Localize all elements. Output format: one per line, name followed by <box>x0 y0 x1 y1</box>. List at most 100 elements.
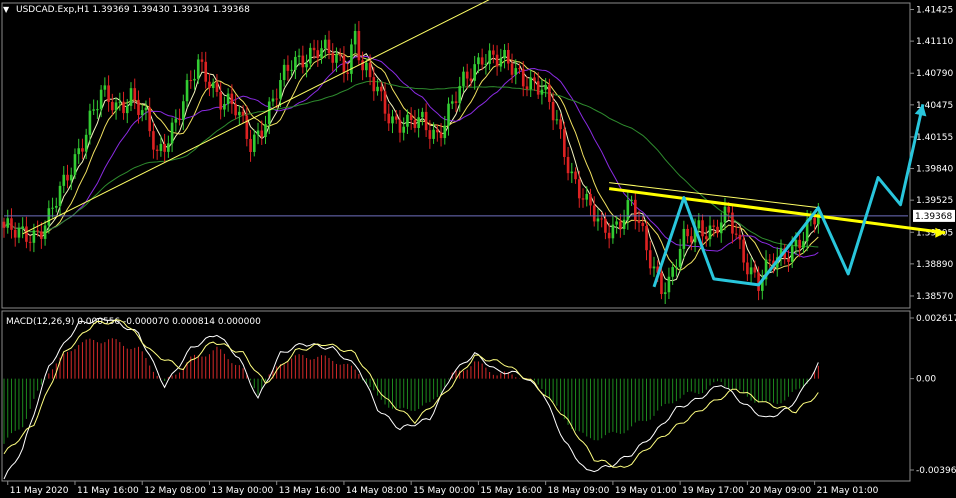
candle-body <box>413 120 417 128</box>
candle-body <box>716 226 719 234</box>
macd-tick-label: -0.003961 <box>916 466 956 476</box>
candle-body <box>125 105 129 114</box>
candle-body <box>742 239 745 263</box>
candle-body <box>604 218 607 233</box>
candle-body <box>600 218 603 220</box>
candle-body <box>551 101 555 121</box>
candle-body <box>204 61 208 82</box>
candle-body <box>238 111 241 116</box>
candle-body <box>637 220 641 223</box>
candle-body <box>279 80 282 99</box>
candle-body <box>275 98 279 100</box>
candle-body <box>409 114 413 121</box>
candle-body <box>619 221 622 229</box>
time-tick-label: 11 May 16:00 <box>77 486 139 496</box>
candle-body <box>645 226 648 251</box>
candle-body <box>682 228 686 249</box>
candle-body <box>712 225 716 227</box>
candle-body <box>163 143 166 152</box>
candle-body <box>417 117 420 128</box>
candle-body <box>529 77 533 90</box>
candle-body <box>234 104 237 116</box>
candle-body <box>84 134 88 152</box>
candle-body <box>660 272 663 295</box>
candle-body <box>398 119 402 133</box>
candle-body <box>477 57 480 65</box>
candle-body <box>622 219 626 229</box>
candle-body <box>10 218 13 230</box>
trendline <box>22 0 490 235</box>
candle-body <box>241 111 245 116</box>
candle-body <box>787 258 790 262</box>
candle-body <box>342 55 346 73</box>
candle-body <box>379 86 383 92</box>
candle-body <box>365 62 368 71</box>
chart-collapse-icon[interactable]: ▼ <box>3 5 10 14</box>
candle-body <box>73 154 77 175</box>
candle-body <box>480 57 484 65</box>
candle-body <box>122 101 125 114</box>
candle-body <box>43 225 47 239</box>
candle-body <box>327 39 331 54</box>
candle-body <box>66 174 69 181</box>
candle-body <box>297 55 301 57</box>
candle-body <box>118 101 122 103</box>
candle-body <box>96 109 99 111</box>
candle-body <box>521 69 525 87</box>
candle-body <box>701 220 704 237</box>
candle-body <box>719 222 723 234</box>
candle-body <box>331 53 335 63</box>
candle-body <box>264 124 267 137</box>
candle-body <box>577 179 581 199</box>
candle-body <box>525 86 529 90</box>
candle-body <box>671 267 674 277</box>
candle-body <box>170 122 174 144</box>
candle-body <box>424 111 428 131</box>
price-tick-label: 1.40790 <box>916 69 953 79</box>
time-tick-label: 11 May 2020 <box>10 486 69 496</box>
candle-body <box>193 78 196 81</box>
time-tick-label: 15 May 00:00 <box>413 486 475 496</box>
candle-body <box>450 101 454 104</box>
candle-body <box>200 59 204 62</box>
candle-body <box>648 250 652 269</box>
candle-body <box>51 207 54 209</box>
price-tick-label: 1.38570 <box>916 292 953 302</box>
candle-body <box>215 82 219 93</box>
macd-histogram <box>3 338 819 444</box>
candle-body <box>727 206 731 213</box>
price-tick-label: 1.38890 <box>916 260 953 270</box>
time-tick-label: 19 May 01:00 <box>615 486 677 496</box>
candle-body <box>510 63 514 75</box>
candle-body <box>753 267 757 273</box>
candle-body <box>249 138 252 152</box>
candle-body <box>114 102 118 111</box>
candle-body <box>208 81 211 89</box>
price-tick-label: 1.41425 <box>916 6 953 16</box>
time-axis: 11 May 2020 11 May 16:00 12 May 08:00 13 Ma… <box>7 481 879 496</box>
candle-body <box>652 266 656 269</box>
macd-tick-label: 0.002617 <box>916 314 956 324</box>
candle-body <box>607 232 611 239</box>
candle-body <box>592 205 596 222</box>
candle-body <box>320 48 323 59</box>
candle-body <box>312 47 316 51</box>
candle-body <box>226 93 230 105</box>
candle-body <box>267 101 271 125</box>
candle-body <box>454 101 458 104</box>
candle-body <box>589 193 592 206</box>
time-tick-label: 19 May 17:00 <box>682 486 744 496</box>
candle-body <box>286 64 290 71</box>
candle-body <box>447 103 450 126</box>
candle-body <box>559 119 562 130</box>
candle-body <box>353 30 357 45</box>
moving-average-line <box>3 48 819 282</box>
candle-body <box>738 234 742 240</box>
candle-body <box>514 68 518 75</box>
macd-tick-label: 0.00 <box>916 375 936 385</box>
candle-body <box>152 131 155 150</box>
candle-body <box>544 84 547 90</box>
candle-body <box>492 50 495 55</box>
price-panel: ▼ USDCAD.Exp,H1 1.39369 1.39430 1.39304 … <box>1 0 955 309</box>
candle-body <box>140 110 144 115</box>
